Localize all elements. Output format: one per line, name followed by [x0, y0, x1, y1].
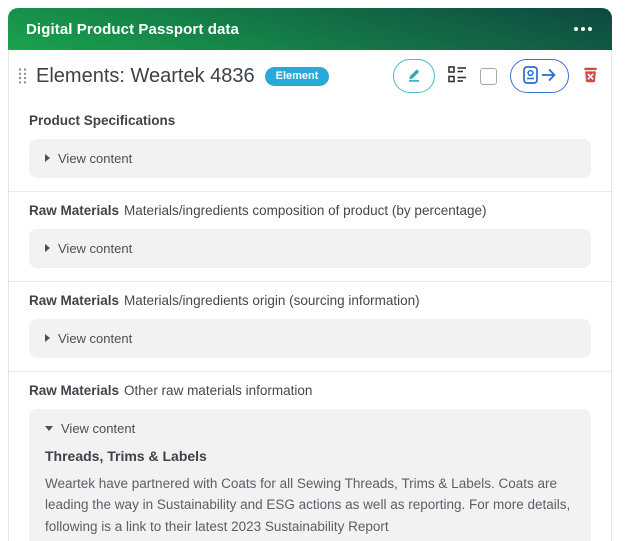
section-name: Raw Materials [29, 382, 120, 398]
card-header: Digital Product Passport data [8, 8, 612, 50]
element-title-row: Elements: Weartek 4836 Element [9, 50, 611, 102]
view-content-label: View content [61, 420, 136, 436]
view-content-toggle[interactable]: View content [45, 421, 575, 436]
section-product-specifications: Product Specifications View content [9, 102, 611, 191]
arrow-right-icon [541, 68, 557, 85]
passport-card: Digital Product Passport data Elements: … [8, 8, 612, 541]
section-subtitle: Materials/ingredients origin (sourcing i… [124, 292, 420, 308]
section-raw-materials-origin: Raw Materials Materials/ingredients origi… [9, 282, 611, 371]
view-content-box: View content [29, 138, 591, 178]
section-subtitle: Other raw materials information [124, 382, 313, 398]
section-subtitle: Materials/ingredients composition of pro… [124, 202, 487, 218]
section-name: Raw Materials [29, 292, 120, 308]
section-raw-materials-other: Raw Materials Other raw materials informa… [9, 372, 611, 541]
card-title: Digital Product Passport data [26, 20, 239, 38]
view-content-toggle[interactable]: View content [45, 331, 575, 346]
card-body: Elements: Weartek 4836 Element Product S… [8, 50, 612, 541]
view-content-box-expanded: View content Threads, Trims & Labels Wea… [29, 408, 591, 541]
view-content-label: View content [58, 240, 133, 256]
view-content-label: View content [58, 330, 133, 346]
element-type-badge: Element [264, 66, 330, 86]
section-name: Raw Materials [29, 202, 120, 218]
element-toolbar [393, 59, 599, 93]
paragraph-text: Weartek have partnered with Coats for al… [45, 475, 571, 535]
content-heading: Threads, Trims & Labels [45, 447, 207, 464]
view-content-toggle[interactable]: View content [45, 151, 575, 166]
view-content-box: View content [29, 318, 591, 358]
view-content-box: View content [29, 228, 591, 268]
chevron-right-icon [45, 334, 50, 343]
trash-icon [582, 66, 599, 86]
view-content-toggle[interactable]: View content [45, 241, 575, 256]
list-details-button[interactable] [448, 66, 467, 86]
passport-document-icon [522, 65, 539, 88]
section-name: Product Specifications [29, 113, 176, 128]
delete-button[interactable] [582, 66, 599, 86]
element-title: Elements: Weartek 4836 [36, 64, 255, 87]
edit-button[interactable] [393, 59, 435, 93]
chevron-right-icon [45, 244, 50, 253]
content-paragraph: Weartek have partnered with Coats for al… [45, 473, 575, 541]
drag-handle-icon[interactable] [15, 64, 30, 88]
view-content-label: View content [58, 150, 133, 166]
list-details-icon [448, 66, 467, 86]
chevron-right-icon [45, 154, 50, 163]
pencil-icon [406, 67, 422, 86]
section-raw-materials-composition: Raw Materials Materials/ingredients compo… [9, 192, 611, 281]
open-passport-button[interactable] [510, 59, 569, 93]
select-checkbox[interactable] [480, 67, 497, 85]
ellipsis-menu-icon[interactable] [572, 21, 594, 37]
chevron-down-icon [45, 425, 53, 431]
